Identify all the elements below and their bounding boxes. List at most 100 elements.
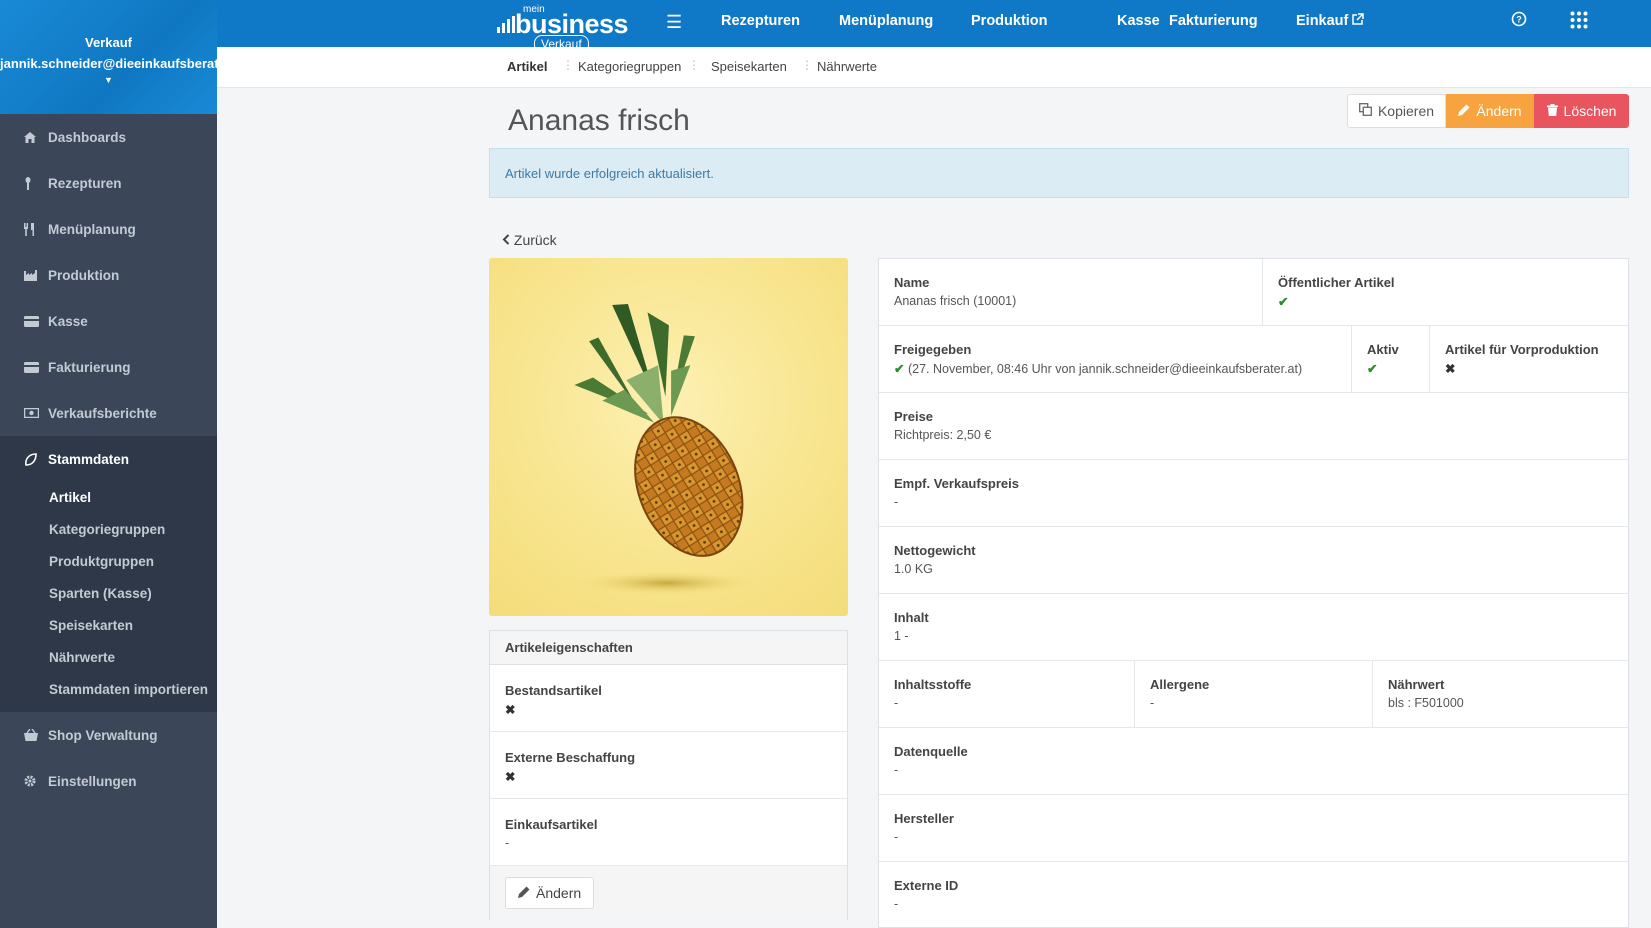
tab-speisekarten[interactable]: Speisekarten <box>711 59 787 74</box>
caret-down-icon[interactable]: ▼ <box>0 74 217 86</box>
apps-grid-icon[interactable] <box>1570 11 1588 32</box>
sidebar-item-label: Rezepturen <box>48 175 122 191</box>
sidebar-item-produktion[interactable]: Produktion <box>0 252 217 298</box>
top-navbar: mein business Verkauf ☰ Rezepturen Menüp… <box>217 0 1651 53</box>
detail-label: Aktiv <box>1367 342 1399 357</box>
sub-navbar: Artikel ⋮ Kategoriegruppen ⋮ Speisekarte… <box>217 47 1651 88</box>
detail-active: Aktiv ✔ <box>1351 326 1429 392</box>
sidebar-subitem-kategoriegruppen[interactable]: Kategoriegruppen <box>0 514 217 546</box>
detail-value: 1.0 KG <box>894 562 933 576</box>
sidebar-subitem-import[interactable]: Stammdaten importieren <box>0 674 217 706</box>
detail-label: Datenquelle <box>894 744 968 759</box>
check-icon: ✔ <box>1367 362 1378 376</box>
details-row: Name Ananas frisch (10001) Öffentlicher … <box>879 259 1628 326</box>
tab-artikel[interactable]: Artikel <box>507 59 547 74</box>
back-link[interactable]: Zurück <box>502 232 557 248</box>
copy-button[interactable]: Kopieren <box>1347 94 1446 128</box>
sidebar-subitem-artikel[interactable]: Artikel <box>0 482 217 514</box>
detail-value: - <box>894 763 899 777</box>
detail-label: Empf. Verkaufspreis <box>894 476 1019 491</box>
sidebar: Verkauf jannik.schneider@dieeinkaufsbera… <box>0 0 217 928</box>
sidebar-item-stammdaten[interactable]: Stammdaten <box>0 436 217 482</box>
topnav-kasse[interactable]: Kasse <box>1117 13 1160 29</box>
app-logo[interactable]: mein business Verkauf <box>497 4 637 53</box>
sidebar-item-label: Shop Verwaltung <box>48 727 158 743</box>
tab-kategoriegruppen[interactable]: Kategoriegruppen <box>578 59 681 74</box>
detail-label: Hersteller <box>894 811 954 826</box>
sidebar-item-menueplanung[interactable]: Menüplanung <box>0 206 217 252</box>
detail-value: - <box>894 897 899 911</box>
help-icon[interactable]: ? <box>1511 11 1527 30</box>
topnav-rezepturen[interactable]: Rezepturen <box>721 13 800 29</box>
topnav-einkauf[interactable]: Einkauf <box>1296 13 1365 29</box>
details-row: Externe ID - <box>879 862 1628 928</box>
property-row: Externe Beschaffung ✖ <box>490 732 847 799</box>
tab-separator: ⋮ <box>688 58 700 72</box>
detail-label: Externe ID <box>894 878 959 893</box>
sidebar-item-dashboards[interactable]: Dashboards <box>0 114 217 160</box>
detail-recommended-price: Empf. Verkaufspreis - <box>879 460 1628 526</box>
product-image <box>489 258 848 616</box>
edit-label: Ändern <box>536 885 582 901</box>
sidebar-item-verkaufsberichte[interactable]: Verkaufsberichte <box>0 390 217 436</box>
sidebar-item-einstellungen[interactable]: Einstellungen <box>0 758 217 804</box>
sidebar-item-rezepturen[interactable]: Rezepturen <box>0 160 217 206</box>
topnav-produktion[interactable]: Produktion <box>971 13 1048 29</box>
detail-prices: Preise Richtpreis: 2,50 € <box>879 393 1628 459</box>
detail-value: - <box>894 495 899 509</box>
sidebar-item-fakturierung[interactable]: Fakturierung <box>0 344 217 390</box>
sidebar-subitem-naehrwerte[interactable]: Nährwerte <box>0 642 217 674</box>
details-row: Hersteller - <box>879 795 1628 862</box>
sidebar-item-label: Einstellungen <box>48 773 137 789</box>
properties-edit-button[interactable]: Ändern <box>505 877 595 909</box>
detail-value: bls : F501000 <box>1388 696 1464 710</box>
sidebar-item-label: Menüplanung <box>48 221 136 237</box>
detail-label: Allergene <box>1150 677 1210 692</box>
details-row: Inhaltsstoffe - Allergene - Nährwert bls… <box>879 661 1628 728</box>
detail-content: Inhalt 1 - <box>879 594 1628 660</box>
detail-label: Artikel für Vorproduktion <box>1445 342 1599 357</box>
details-row: Empf. Verkaufspreis - <box>879 460 1628 527</box>
delete-button[interactable]: Löschen <box>1534 94 1629 128</box>
article-properties-panel: Artikeleigenschaften Bestandsartikel ✖ E… <box>489 630 848 920</box>
detail-manufacturer: Hersteller - <box>879 795 1628 861</box>
detail-value: - <box>894 696 899 710</box>
edit-button[interactable]: Ändern <box>1446 94 1534 128</box>
sidebar-item-label: Produktion <box>48 267 120 283</box>
cutlery-icon <box>24 222 48 236</box>
sidebar-item-shop-verwaltung[interactable]: Shop Verwaltung <box>0 712 217 758</box>
detail-preproduction: Artikel für Vorproduktion ✖ <box>1429 326 1628 392</box>
copy-label: Kopieren <box>1377 103 1435 119</box>
details-row: Nettogewicht 1.0 KG <box>879 527 1628 594</box>
sidebar-subitem-sparten[interactable]: Sparten (Kasse) <box>0 578 217 610</box>
sidebar-submenu: Artikel Kategoriegruppen Produktgruppen … <box>0 482 217 712</box>
sidebar-item-kasse[interactable]: Kasse <box>0 298 217 344</box>
sidebar-subitem-produktgruppen[interactable]: Produktgruppen <box>0 546 217 578</box>
detail-value: - <box>1150 696 1155 710</box>
topnav-fakturierung[interactable]: Fakturierung <box>1169 13 1258 29</box>
factory-icon <box>24 269 48 281</box>
property-label: Externe Beschaffung <box>505 750 636 765</box>
sidebar-item-label: Kasse <box>48 313 88 329</box>
article-details: Name Ananas frisch (10001) Öffentlicher … <box>878 258 1629 928</box>
gear-icon <box>24 775 48 787</box>
details-row: Preise Richtpreis: 2,50 € <box>879 393 1628 460</box>
detail-label: Preise <box>894 409 934 424</box>
topnav-menueplanung[interactable]: Menüplanung <box>839 13 933 29</box>
basket-icon <box>24 729 48 741</box>
details-row: Inhalt 1 - <box>879 594 1628 661</box>
user-menu[interactable]: Verkauf jannik.schneider@dieeinkaufsbera… <box>0 0 217 114</box>
sidebar-subitem-speisekarten[interactable]: Speisekarten <box>0 610 217 642</box>
detail-label: Nettogewicht <box>894 543 976 558</box>
hamburger-menu-icon[interactable]: ☰ <box>666 12 682 33</box>
detail-source: Datenquelle - <box>879 728 1628 794</box>
details-row: Datenquelle - <box>879 728 1628 795</box>
tab-naehrwerte[interactable]: Nährwerte <box>817 59 877 74</box>
sidebar-item-label: Dashboards <box>48 129 127 145</box>
detail-label: Inhalt <box>894 610 929 625</box>
pencil-icon <box>1458 103 1470 119</box>
detail-value: (27. November, 08:46 Uhr von jannik.schn… <box>907 362 1303 376</box>
user-role: Verkauf <box>85 35 132 50</box>
user-email: jannik.schneider@dieeinkaufsberater.at <box>0 56 217 71</box>
detail-value: 1 - <box>894 629 909 643</box>
